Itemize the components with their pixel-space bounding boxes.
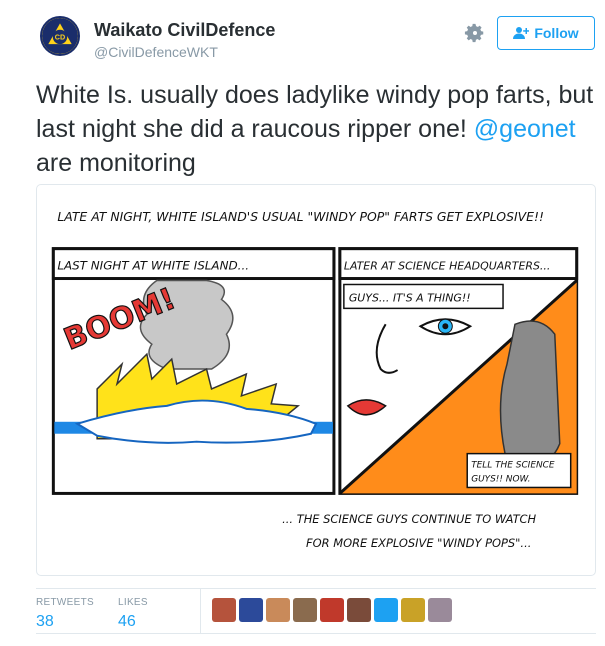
follow-label: Follow: [534, 25, 579, 41]
follow-button[interactable]: Follow: [497, 16, 595, 50]
liker-avatars: [212, 598, 452, 622]
comic-bottom-caption-1: ... THE SCIENCE GUYS CONTINUE TO WATCH: [282, 512, 536, 526]
account-name[interactable]: Waikato CivilDefence: [94, 20, 275, 41]
tweet-media-comic[interactable]: LATE AT NIGHT, WHITE ISLAND'S USUAL "WIN…: [36, 184, 596, 576]
liker-avatar[interactable]: [293, 598, 317, 622]
liker-avatar[interactable]: [347, 598, 371, 622]
account-avatar[interactable]: CD: [40, 16, 80, 56]
tweet-text: White Is. usually does ladylike windy po…: [36, 78, 596, 180]
avatar-initials: CD: [55, 33, 65, 42]
panel2-caption: LATER AT SCIENCE HEADQUARTERS...: [344, 260, 551, 273]
retweets-count: 38: [36, 613, 54, 630]
liker-avatar[interactable]: [401, 598, 425, 622]
likes-stat[interactable]: LIKES 46: [118, 597, 148, 631]
retweets-label: RETWEETS: [36, 597, 94, 608]
comic-bottom-caption-2: FOR MORE EXPLOSIVE "WINDY POPS"...: [306, 536, 531, 550]
add-user-icon: [513, 27, 530, 39]
tweet-text-end: are monitoring: [36, 149, 196, 177]
tweet-stats: RETWEETS 38 LIKES 46: [36, 588, 596, 634]
phone-bubble-line2: GUYS!! NOW.: [471, 474, 530, 484]
comic-panel-2: LATER AT SCIENCE HEADQUARTERS... GUYS...…: [338, 247, 579, 495]
likes-count: 46: [118, 613, 136, 630]
comic-top-caption: LATE AT NIGHT, WHITE ISLAND'S USUAL "WIN…: [57, 209, 544, 224]
account-handle[interactable]: @CivilDefenceWKT: [94, 44, 218, 60]
liker-avatar[interactable]: [239, 598, 263, 622]
likes-label: LIKES: [118, 597, 148, 608]
stats-divider: [200, 589, 201, 633]
liker-avatar[interactable]: [320, 598, 344, 622]
comic-panel-1: LAST NIGHT AT WHITE ISLAND... BOOM!: [51, 247, 336, 495]
retweets-stat[interactable]: RETWEETS 38: [36, 597, 94, 631]
speech-bubble-text: GUYS... IT'S A THING!!: [349, 291, 471, 304]
mention-link[interactable]: @geonet: [474, 115, 576, 143]
liker-avatar[interactable]: [266, 598, 290, 622]
phone-bubble-line1: TELL THE SCIENCE: [471, 461, 555, 471]
tweet-header: CD Waikato CivilDefence @CivilDefenceWKT…: [40, 16, 600, 66]
liker-avatar[interactable]: [212, 598, 236, 622]
liker-avatar[interactable]: [374, 598, 398, 622]
panel1-caption: LAST NIGHT AT WHITE ISLAND...: [57, 259, 249, 273]
gear-icon[interactable]: [464, 22, 486, 44]
liker-avatar[interactable]: [428, 598, 452, 622]
